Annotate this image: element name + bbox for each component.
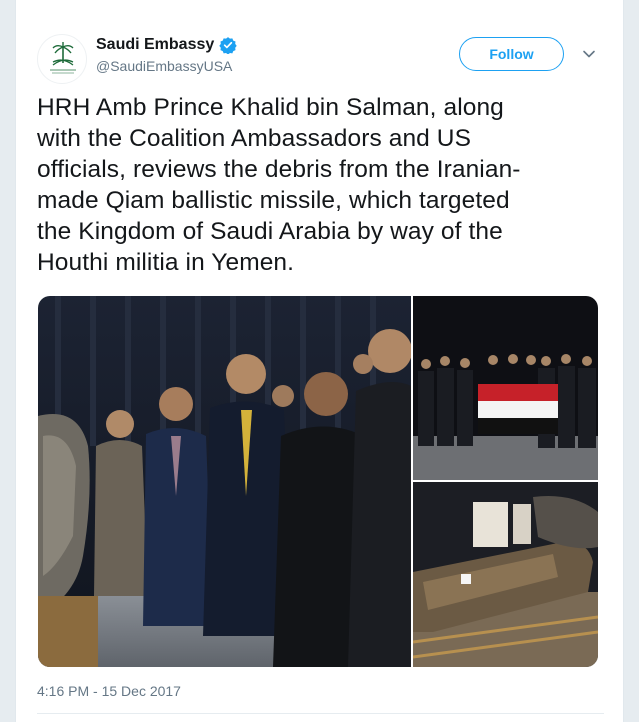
tweet-card: Saudi Embassy @SaudiEmbassyUSA Follow HR… xyxy=(15,0,624,722)
tweet-text-line: with the Coalition Ambassadors and US xyxy=(37,125,472,152)
verified-badge-icon xyxy=(219,36,237,55)
divider xyxy=(37,713,604,714)
tweet-text-line: HRH Amb Prince Khalid bin Salman, along xyxy=(37,94,504,121)
display-name[interactable]: Saudi Embassy xyxy=(96,36,214,54)
tweet-text: HRH Amb Prince Khalid bin Salman, along … xyxy=(37,92,597,278)
name-row[interactable]: Saudi Embassy xyxy=(96,36,237,55)
chevron-down-icon[interactable] xyxy=(581,46,597,62)
photo-flag-group[interactable] xyxy=(413,296,598,480)
saudi-emblem-icon xyxy=(50,42,76,74)
tweet-text-line: the Kingdom of Saudi Arabia by way of th… xyxy=(37,218,503,245)
photo-officials-group[interactable] xyxy=(38,296,411,667)
tweet-text-line: made Qiam ballistic missile, which targe… xyxy=(37,187,510,214)
tweet-text-line: Houthi militia in Yemen. xyxy=(37,249,295,276)
tweet-timestamp[interactable]: 4:16 PM - 15 Dec 2017 xyxy=(37,683,181,699)
tweet-text-line: officials, reviews the debris from the I… xyxy=(37,156,521,183)
follow-button[interactable]: Follow xyxy=(459,37,564,71)
media-grid xyxy=(38,296,598,667)
user-handle[interactable]: @SaudiEmbassyUSA xyxy=(96,58,232,74)
tweet-header: Saudi Embassy @SaudiEmbassyUSA Follow xyxy=(16,0,623,90)
photo-missile-debris[interactable] xyxy=(413,482,598,667)
avatar[interactable] xyxy=(37,34,87,84)
